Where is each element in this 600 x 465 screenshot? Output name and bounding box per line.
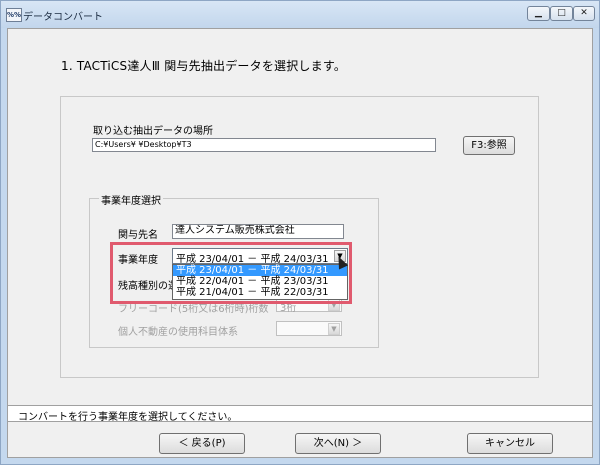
fiscal-year-dropdown-list: 平成 23/04/01 － 平成 24/03/31 平成 22/04/01 － … [172,264,348,300]
window-title: データコンバート [23,12,103,23]
minimize-icon: ▁ [535,8,542,18]
status-bar: コンバートを行う事業年度を選択してください。 [8,405,592,423]
browse-button[interactable]: F3:参照 [463,136,515,155]
location-label: 取り込む抽出データの場所 [93,126,213,137]
title-bar[interactable]: %% データコンバート ▁ □ ✕ [1,1,599,28]
close-icon: ✕ [580,8,588,18]
page-heading: 1. TACTiCS達人Ⅲ 関与先抽出データを選択します。 [61,59,347,73]
fiscal-year-option[interactable]: 平成 23/04/01 － 平成 24/03/31 [173,265,347,276]
window: %% データコンバート ▁ □ ✕ 1. TACTiCS達人Ⅲ 関与先抽出データ… [0,0,600,465]
maximize-button[interactable]: □ [550,6,573,21]
next-button[interactable]: 次へ(N) ＞ [295,433,381,454]
realestate-system-select[interactable]: ▼ [276,321,342,336]
freecode-digits-label: フリーコード(5桁又は6桁時)桁数 [118,304,269,315]
fiscal-year-select[interactable]: 平成 23/04/01 － 平成 24/03/31 ▼ [172,248,348,265]
maximize-icon: □ [557,8,566,18]
chevron-down-icon: ▼ [328,299,340,311]
location-path-input[interactable]: C:¥Users¥ ¥Desktop¥T3 [92,138,436,152]
app-icon: %% [6,8,22,22]
fiscal-year-selected-value: 平成 23/04/01 － 平成 24/03/31 [176,254,329,265]
fiscal-year-label: 事業年度 [118,255,158,266]
fiscal-year-option[interactable]: 平成 21/04/01 － 平成 22/03/31 [173,287,347,298]
dialog-client-area: 1. TACTiCS達人Ⅲ 関与先抽出データを選択します。 取り込む抽出データの… [7,28,593,458]
realestate-system-label: 個人不動産の使用科目体系 [118,327,238,338]
client-name-label: 関与先名 [118,230,158,241]
client-name-field: 達人システム販売株式会社 [172,224,344,239]
freecode-digits-value: 3桁 [280,303,297,314]
back-button[interactable]: ＜ 戻る(P) [159,433,245,454]
cancel-button[interactable]: キャンセル [467,433,553,454]
balance-type-label: 残高種別の選 [118,281,178,292]
fiscal-year-option[interactable]: 平成 22/04/01 － 平成 23/03/31 [173,276,347,287]
chevron-down-icon: ▼ [328,323,340,335]
status-text: コンバートを行う事業年度を選択してください。 [18,412,238,423]
fiscal-group-title: 事業年度選択 [99,192,163,207]
minimize-button[interactable]: ▁ [527,6,550,21]
close-button[interactable]: ✕ [573,6,595,21]
